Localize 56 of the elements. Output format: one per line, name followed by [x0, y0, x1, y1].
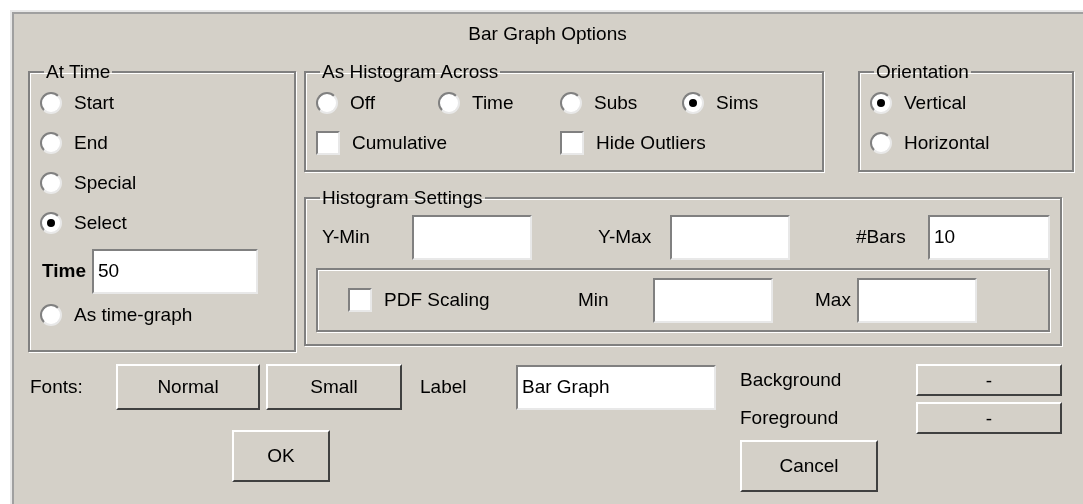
input-field[interactable]: 50 — [92, 248, 258, 294]
radio-button[interactable] — [40, 212, 62, 234]
radio-button[interactable] — [682, 92, 704, 114]
radio-option[interactable]: End — [40, 123, 284, 163]
font-button[interactable]: Normal — [116, 364, 260, 410]
radio-button[interactable] — [40, 304, 62, 326]
radio-option[interactable]: Special — [40, 163, 284, 203]
input-field[interactable] — [653, 277, 773, 323]
time-label: Time — [41, 258, 86, 283]
radio-option[interactable]: Horizontal — [870, 123, 1062, 163]
font-button[interactable]: Small — [266, 364, 402, 410]
field-label: Max — [814, 287, 852, 312]
checkbox[interactable] — [560, 131, 584, 155]
radio-option[interactable]: Start — [40, 83, 284, 123]
field-label: #Bars — [855, 225, 907, 250]
color-label: Background — [740, 367, 843, 392]
checkbox-option[interactable]: PDF Scaling — [348, 280, 578, 320]
input-field[interactable] — [670, 215, 790, 260]
checkbox-option[interactable]: Cumulative — [316, 123, 560, 163]
field-label: Y-Max — [597, 225, 653, 250]
input-field[interactable] — [412, 215, 532, 260]
group-title: Histogram Settings — [321, 188, 484, 207]
input-field[interactable] — [857, 277, 977, 323]
radio-button[interactable] — [40, 132, 62, 154]
radio-button[interactable] — [870, 132, 892, 154]
radio-option[interactable]: Sims — [682, 83, 804, 123]
radio-option[interactable]: Subs — [560, 83, 682, 123]
radio-option[interactable]: Select — [40, 203, 284, 243]
radio-button[interactable] — [40, 172, 62, 194]
fonts-label: Fonts: — [30, 374, 84, 399]
group-title: At Time — [45, 62, 112, 81]
input-field[interactable]: 10 — [928, 215, 1050, 260]
window-title: Bar Graph Options — [468, 22, 627, 46]
radio-button[interactable] — [40, 92, 62, 114]
field-label: Min — [578, 287, 610, 312]
color-label: Foreground — [740, 405, 840, 430]
radio-option[interactable]: As time-graph — [40, 295, 284, 335]
field-label: Y-Min — [321, 225, 371, 250]
group-title: As Histogram Across — [321, 62, 500, 81]
color-button[interactable]: - — [916, 364, 1062, 396]
radio-button[interactable] — [560, 92, 582, 114]
radio-option[interactable]: Vertical — [870, 83, 1062, 123]
radio-button[interactable] — [870, 92, 892, 114]
checkbox-option[interactable]: Hide Outliers — [560, 123, 804, 163]
group-title: Orientation — [875, 62, 970, 81]
radio-button[interactable] — [316, 92, 338, 114]
cancel-button[interactable]: Cancel — [740, 440, 878, 492]
checkbox[interactable] — [316, 131, 340, 155]
radio-option[interactable]: Off — [316, 83, 438, 123]
radio-option[interactable]: Time — [438, 83, 560, 123]
checkbox[interactable] — [348, 288, 372, 312]
color-button[interactable]: - — [916, 402, 1062, 434]
radio-button[interactable] — [438, 92, 460, 114]
ok-button[interactable]: OK — [232, 430, 330, 482]
input-field[interactable]: Bar Graph — [516, 364, 716, 410]
label-label: Label — [420, 374, 468, 399]
